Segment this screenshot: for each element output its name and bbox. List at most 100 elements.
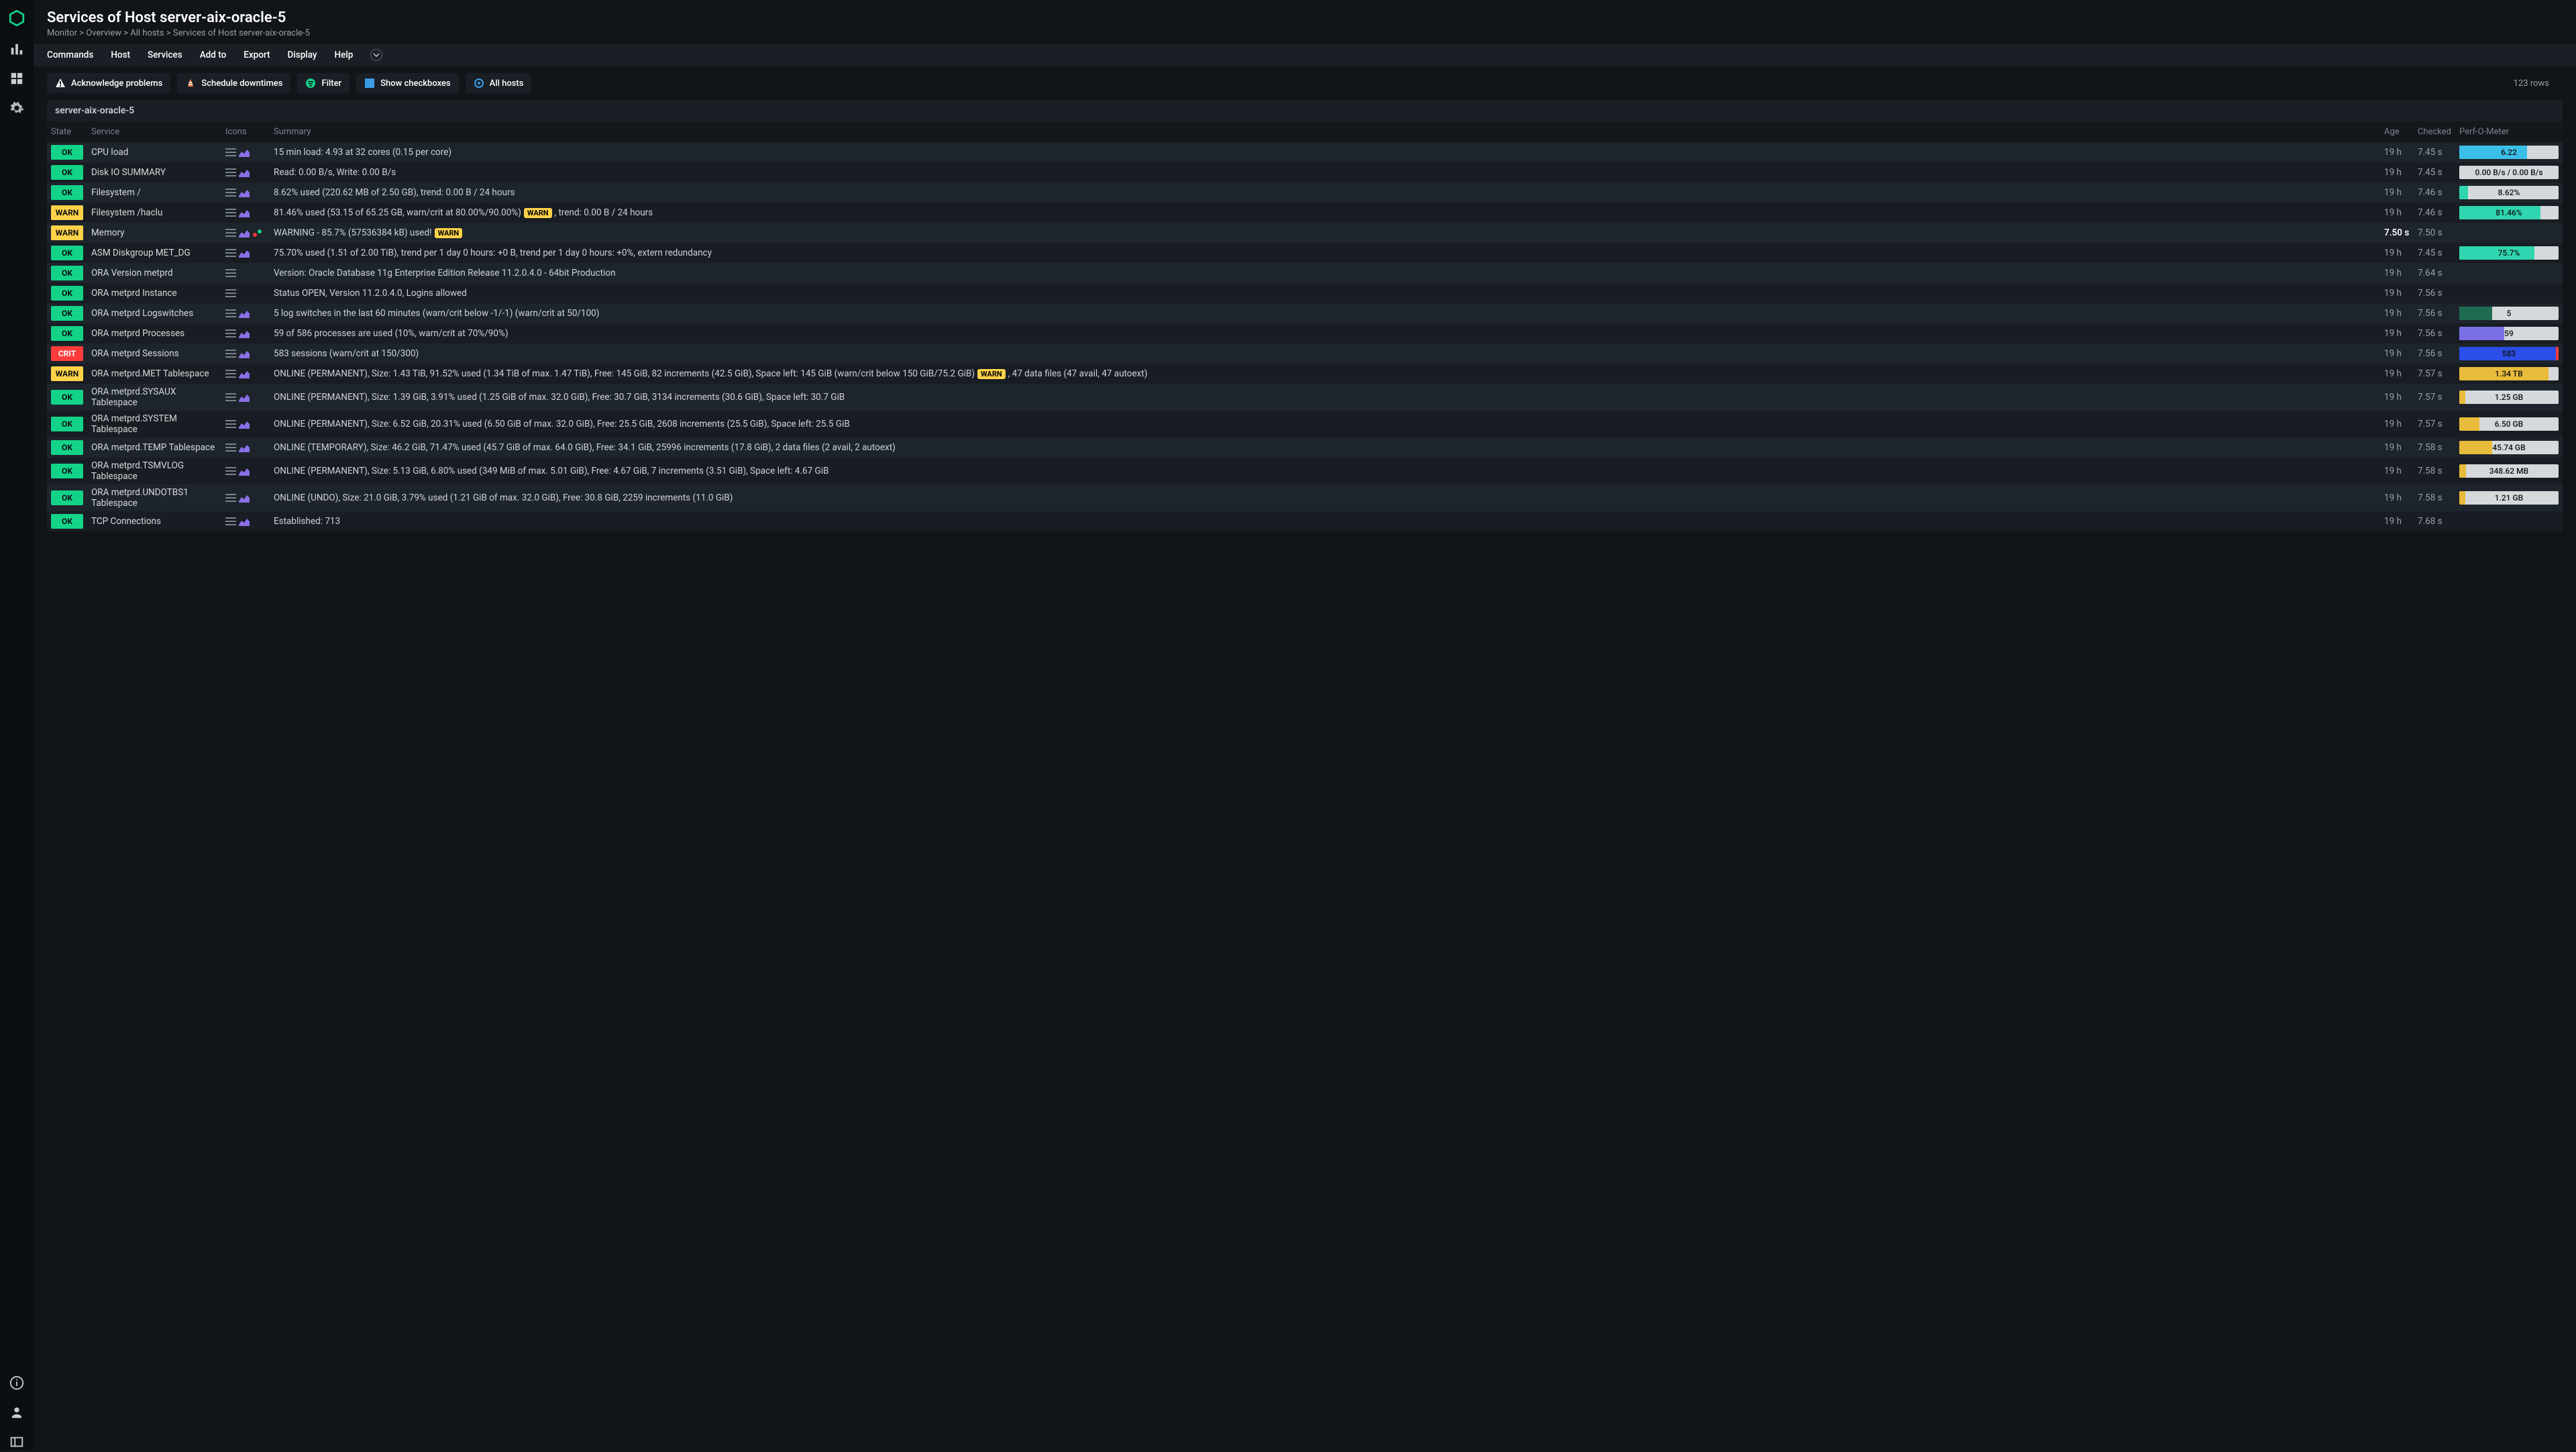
menu-icon[interactable] bbox=[225, 309, 236, 318]
menu-icon[interactable] bbox=[225, 148, 236, 157]
service-link[interactable]: Memory bbox=[91, 227, 125, 238]
col-state[interactable]: State bbox=[47, 121, 87, 142]
menu-icon[interactable] bbox=[225, 517, 236, 526]
menu-services[interactable]: Services bbox=[148, 50, 182, 60]
service-link[interactable]: Disk IO SUMMARY bbox=[91, 167, 166, 178]
menu-help[interactable]: Help bbox=[335, 50, 354, 60]
service-link[interactable]: ORA metprd.UNDOTBS1 Tablespace bbox=[91, 487, 189, 509]
menu-icon[interactable] bbox=[225, 443, 236, 452]
service-link[interactable]: CPU load bbox=[91, 147, 128, 158]
downtime-button[interactable]: Schedule downtimes bbox=[177, 73, 290, 93]
menu-export[interactable]: Export bbox=[244, 50, 270, 60]
perfometer[interactable]: 75.7% bbox=[2455, 243, 2563, 263]
perfometer[interactable]: 348.62 MB bbox=[2455, 458, 2563, 484]
perfometer[interactable]: 1.25 GB bbox=[2455, 384, 2563, 411]
menu-icon[interactable] bbox=[225, 208, 236, 217]
state-badge[interactable]: CRIT bbox=[51, 346, 83, 361]
perfometer[interactable]: 583 bbox=[2455, 344, 2563, 364]
service-link[interactable]: TCP Connections bbox=[91, 516, 161, 527]
graph-icon[interactable] bbox=[239, 248, 250, 258]
menu-display[interactable]: Display bbox=[288, 50, 317, 60]
col-age[interactable]: Age bbox=[2380, 121, 2414, 142]
menu-icon[interactable] bbox=[225, 466, 236, 476]
menu-icon[interactable] bbox=[225, 188, 236, 197]
info-icon[interactable] bbox=[9, 1376, 24, 1390]
perfometer[interactable]: 8.62% bbox=[2455, 183, 2563, 203]
service-link[interactable]: ORA metprd Processes bbox=[91, 328, 184, 339]
graph-icon[interactable] bbox=[239, 188, 250, 197]
col-checked[interactable]: Checked bbox=[2414, 121, 2455, 142]
service-link[interactable]: ORA metprd Logswitches bbox=[91, 308, 193, 319]
state-badge[interactable]: OK bbox=[51, 326, 83, 341]
menu-icon[interactable] bbox=[225, 228, 236, 238]
menu-icon[interactable] bbox=[225, 419, 236, 429]
dots-icon[interactable] bbox=[252, 228, 263, 238]
col-icons[interactable]: Icons bbox=[221, 121, 270, 142]
state-badge[interactable]: OK bbox=[51, 266, 83, 280]
perfometer[interactable] bbox=[2455, 223, 2563, 243]
sidebar-toggle-icon[interactable] bbox=[9, 1435, 24, 1449]
state-badge[interactable]: WARN bbox=[51, 366, 83, 381]
filter-button[interactable]: Filter bbox=[297, 73, 350, 93]
perfometer[interactable]: 0.00 B/s / 0.00 B/s bbox=[2455, 162, 2563, 183]
menu-icon[interactable] bbox=[225, 168, 236, 177]
perfometer[interactable]: 45.74 GB bbox=[2455, 437, 2563, 458]
perfometer[interactable]: 1.34 TB bbox=[2455, 364, 2563, 384]
perfometer[interactable]: 5 bbox=[2455, 303, 2563, 323]
graph-icon[interactable] bbox=[239, 517, 250, 526]
perfometer[interactable] bbox=[2455, 511, 2563, 531]
state-badge[interactable]: OK bbox=[51, 390, 83, 405]
graph-icon[interactable] bbox=[239, 419, 250, 429]
service-link[interactable]: Filesystem /haclu bbox=[91, 207, 162, 218]
col-summary[interactable]: Summary bbox=[270, 121, 2380, 142]
perfometer[interactable]: 6.50 GB bbox=[2455, 411, 2563, 437]
menu-icon[interactable] bbox=[225, 493, 236, 503]
service-link[interactable]: ORA metprd.TEMP Tablespace bbox=[91, 442, 215, 453]
col-perf[interactable]: Perf-O-Meter bbox=[2455, 121, 2563, 142]
menu-icon[interactable] bbox=[225, 349, 236, 358]
service-link[interactable]: ORA Version metprd bbox=[91, 268, 173, 278]
acknowledge-button[interactable]: Acknowledge problems bbox=[47, 73, 170, 93]
menu-add-to[interactable]: Add to bbox=[200, 50, 227, 60]
service-link[interactable]: ORA metprd.SYSAUX Tablespace bbox=[91, 386, 176, 408]
col-service[interactable]: Service bbox=[87, 121, 221, 142]
apps-icon[interactable] bbox=[9, 71, 24, 86]
gear-icon[interactable] bbox=[9, 101, 24, 115]
graph-icon[interactable] bbox=[239, 466, 250, 476]
state-badge[interactable]: OK bbox=[51, 440, 83, 455]
graph-icon[interactable] bbox=[239, 393, 250, 402]
menu-icon[interactable] bbox=[225, 289, 236, 298]
state-badge[interactable]: WARN bbox=[51, 205, 83, 220]
graph-icon[interactable] bbox=[239, 208, 250, 217]
allhosts-button[interactable]: All hosts bbox=[466, 73, 532, 93]
state-badge[interactable]: OK bbox=[51, 417, 83, 431]
service-link[interactable]: ORA metprd Sessions bbox=[91, 348, 179, 359]
user-icon[interactable] bbox=[9, 1405, 24, 1420]
state-badge[interactable]: OK bbox=[51, 165, 83, 180]
perfometer[interactable] bbox=[2455, 263, 2563, 283]
graph-icon[interactable] bbox=[239, 309, 250, 318]
perfometer[interactable]: 6.22 bbox=[2455, 142, 2563, 162]
state-badge[interactable]: OK bbox=[51, 286, 83, 301]
menu-icon[interactable] bbox=[225, 248, 236, 258]
graph-icon[interactable] bbox=[239, 168, 250, 177]
perfometer[interactable]: 59 bbox=[2455, 323, 2563, 344]
state-badge[interactable]: OK bbox=[51, 145, 83, 160]
state-badge[interactable]: OK bbox=[51, 514, 83, 529]
graph-icon[interactable] bbox=[239, 443, 250, 452]
breadcrumb[interactable]: Monitor > Overview > All hosts > Service… bbox=[47, 28, 2563, 38]
state-badge[interactable]: OK bbox=[51, 185, 83, 200]
menu-host[interactable]: Host bbox=[111, 50, 130, 60]
state-badge[interactable]: OK bbox=[51, 306, 83, 321]
graph-icon[interactable] bbox=[239, 369, 250, 378]
monitor-icon[interactable] bbox=[9, 42, 24, 56]
graph-icon[interactable] bbox=[239, 493, 250, 503]
menu-icon[interactable] bbox=[225, 268, 236, 278]
service-link[interactable]: Filesystem / bbox=[91, 187, 141, 198]
checkboxes-button[interactable]: Show checkboxes bbox=[356, 73, 459, 93]
dropdown-icon[interactable] bbox=[370, 49, 382, 61]
service-link[interactable]: ASM Diskgroup MET_DG bbox=[91, 248, 191, 258]
graph-icon[interactable] bbox=[239, 148, 250, 157]
menu-commands[interactable]: Commands bbox=[47, 50, 93, 60]
service-link[interactable]: ORA metprd Instance bbox=[91, 288, 177, 299]
